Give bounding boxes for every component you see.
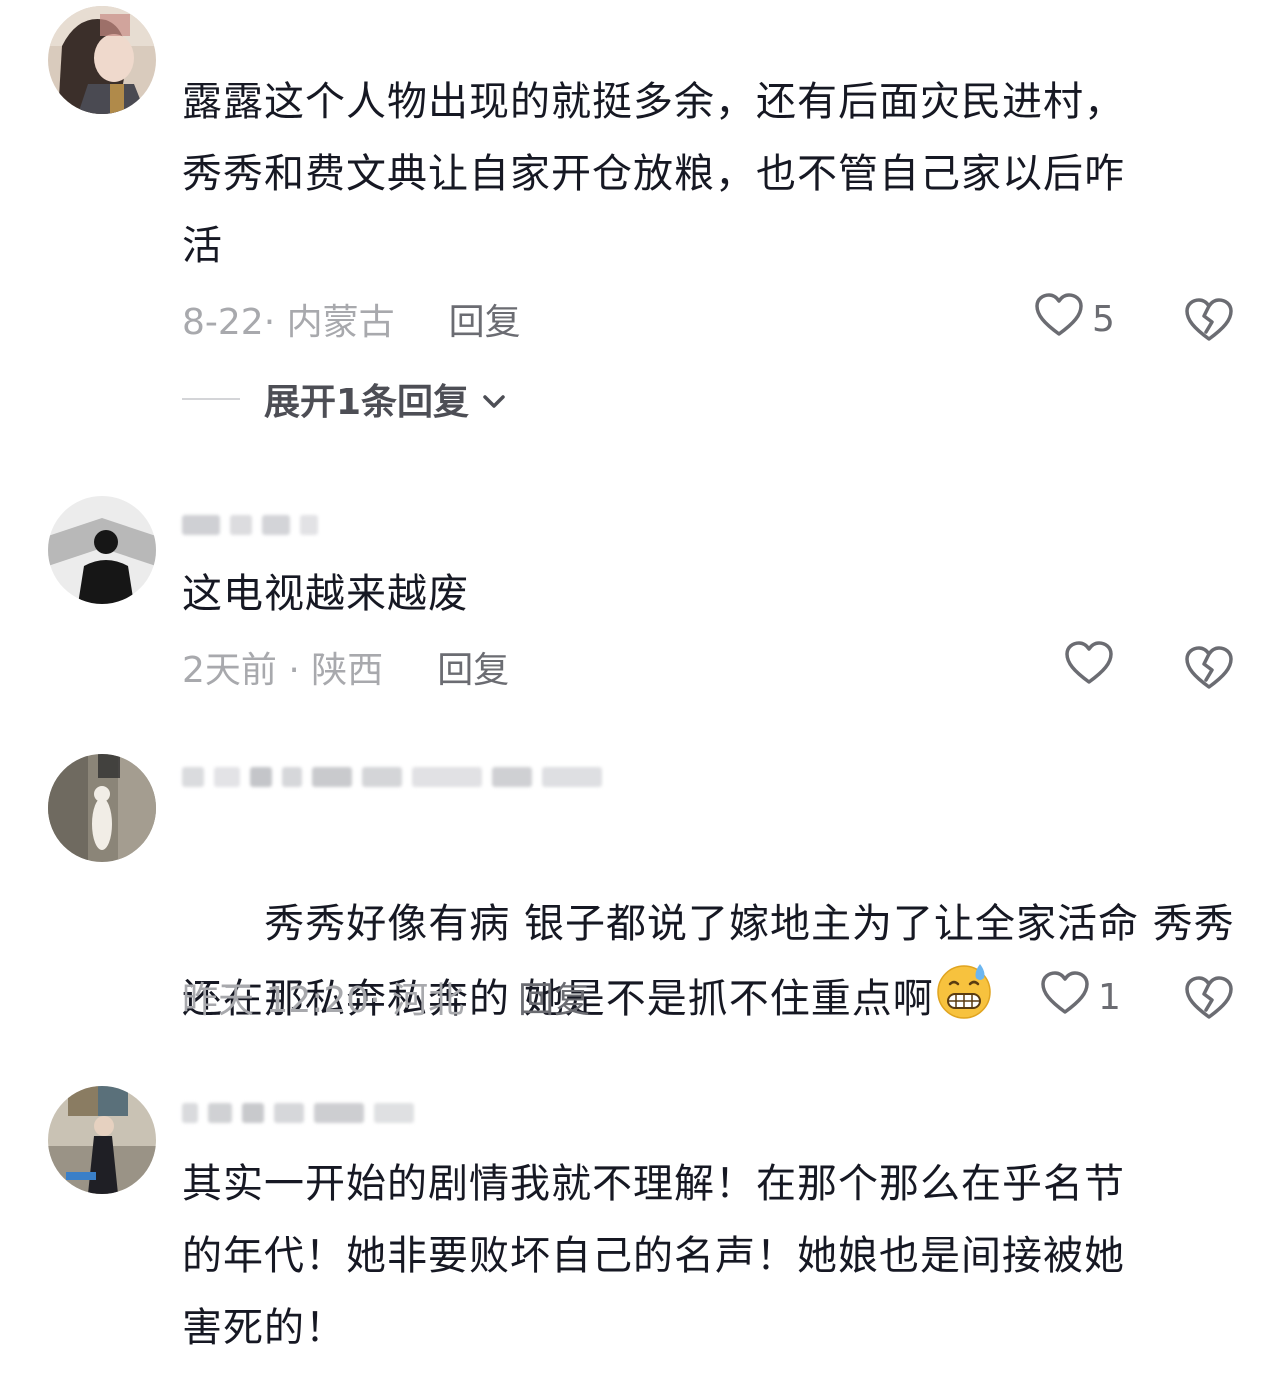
comment-item: 这电视越来越废 2天前 · 陕西 回复 [0,490,1264,720]
comment-date-location: 昨天 12:20· 河北 [182,980,465,1021]
username-blurred[interactable] [182,760,602,794]
reply-button[interactable]: 回复 [518,971,590,1023]
comment-meta: 8-22· 内蒙古 回复 [182,294,521,344]
like-button[interactable]: 1 [1040,970,1121,1025]
avatar[interactable] [48,6,156,114]
chevron-down-icon [481,379,507,420]
reply-button[interactable]: 回复 [437,641,509,693]
like-count: 1 [1098,976,1121,1018]
comment-item: 其实一开始的剧情我就不理解！在那个那么在乎名节 的年代！她非要败坏自己的名声！她… [0,1076,1264,1384]
reply-button[interactable]: 回复 [449,293,521,345]
comment-date-location: 8-22· 内蒙古 [182,302,395,343]
comment-list: 露露这个人物出现的就挺多余，还有后面灾民进村， 秀秀和费文典让自家开仓放粮，也不… [0,0,1264,1384]
broken-heart-icon [1185,298,1233,341]
like-count: 5 [1092,298,1115,340]
avatar[interactable] [48,754,156,862]
comment-text: 秀秀好像有病 银子都说了嫁地主为了让全家活命 秀秀 还在那私奔私奔的 她是不是抓… [182,816,1242,1115]
comment-meta: 2天前 · 陕西 回复 [182,642,509,692]
comment-item: 秀秀好像有病 银子都说了嫁地主为了让全家活命 秀秀 还在那私奔私奔的 她是不是抓… [0,740,1264,1050]
heart-outline-icon [1040,970,1090,1025]
comment-text: 这电视越来越废 [182,571,469,617]
comment-text: 其实一开始的剧情我就不理解！在那个那么在乎名节 的年代！她非要败坏自己的名声！她… [182,1161,1125,1351]
broken-heart-icon [1185,976,1233,1019]
expand-replies-label: 展开1条回复 [264,382,470,423]
dislike-button[interactable] [1184,642,1234,692]
divider-line [182,398,240,400]
like-button[interactable]: 5 [1034,292,1115,347]
avatar[interactable] [48,1086,156,1194]
broken-heart-icon [1185,646,1233,689]
comment-meta: 昨天 12:20· 河北 回复 [182,972,590,1022]
avatar[interactable] [48,496,156,604]
username-blurred[interactable] [182,508,318,542]
comment-item: 露露这个人物出现的就挺多余，还有后面灾民进村， 秀秀和费文典让自家开仓放粮，也不… [0,0,1264,460]
expand-replies-button[interactable]: 展开1条回复 [182,374,507,424]
grimacing-sweat-emoji-icon [934,960,994,1043]
heart-outline-icon [1064,640,1114,695]
dislike-button[interactable] [1184,972,1234,1022]
like-button[interactable] [1064,640,1122,695]
comment-text: 露露这个人物出现的就挺多余，还有后面灾民进村， 秀秀和费文典让自家开仓放粮，也不… [182,79,1125,269]
username-blurred[interactable] [182,1096,414,1130]
comment-date-location: 2天前 · 陕西 [182,650,384,691]
heart-outline-icon [1034,292,1084,347]
dislike-button[interactable] [1184,294,1234,344]
